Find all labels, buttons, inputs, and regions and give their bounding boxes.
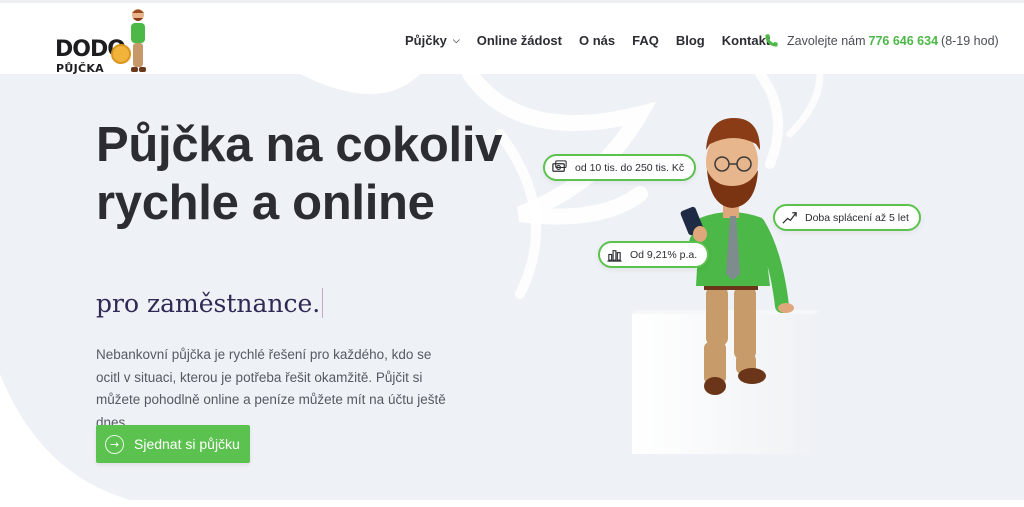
hero-lead: Nebankovní půjčka je rychlé řešení pro k… <box>96 347 446 430</box>
site-logo[interactable]: DODO PŮJČKA <box>55 7 155 77</box>
phone-prefix: Zavolejte nám <box>787 33 866 48</box>
nav-item-blog[interactable]: Blog <box>676 33 705 48</box>
nav-item-label: Blog <box>675 33 705 48</box>
nav-item-o-nas[interactable]: O nás <box>579 33 615 48</box>
nav-item-online-zadost[interactable]: Online žádost <box>477 33 562 48</box>
nav-item-pujcky[interactable]: Půjčky ⌵ <box>405 33 460 48</box>
growth-arrow-icon <box>782 212 797 224</box>
hero-subtitle: pro zaměstnance. <box>96 288 324 318</box>
badge-term-label: Doba splácení až 5 let <box>805 211 909 224</box>
arrow-right-icon: → <box>105 434 124 454</box>
bar-chart-icon <box>607 250 622 262</box>
money-icon <box>552 160 567 172</box>
main-nav: Půjčky ⌵ Online žádost O nás FAQ Blog Ko… <box>405 33 787 48</box>
badge-rate: Od 9,21% p.a. <box>598 241 710 268</box>
cta-button[interactable]: → Sjednat si půjčku <box>96 425 250 463</box>
hero-section: Půjčka na cokoliv rychle a online pro za… <box>0 74 1024 507</box>
nav-item-label: Online žádost <box>476 33 562 48</box>
phone-contact[interactable]: Zavolejte nám 776 646 634 (8-19 hod) <box>764 33 999 48</box>
phone-number[interactable]: 776 646 634 <box>869 34 939 48</box>
typing-caret <box>322 288 324 318</box>
nav-item-label: FAQ <box>632 33 659 48</box>
mascot-icon <box>131 9 146 72</box>
badge-amount-label: od 10 tis. do 250 tis. Kč <box>575 161 685 174</box>
nav-item-label: O nás <box>578 33 616 48</box>
hero-title: Půjčka na cokoliv rychle a online <box>96 118 503 230</box>
hero-subtitle-text: pro zaměstnance. <box>96 289 321 318</box>
nav-item-faq[interactable]: FAQ <box>632 33 659 48</box>
nav-item-label: Půjčky <box>405 33 447 48</box>
mascot-illustration <box>632 118 820 454</box>
site-header: DODO PŮJČKA Půjčky ⌵ Online žádost O nás… <box>0 0 1024 77</box>
chevron-down-icon: ⌵ <box>452 35 460 45</box>
cta-label: Sjednat si půjčku <box>134 436 240 452</box>
nav-item-label: Kontakt <box>721 33 771 48</box>
phone-hours: (8-19 hod) <box>941 33 999 48</box>
badge-term: Doba splácení až 5 let <box>773 204 921 231</box>
hero-bottom-edge <box>0 500 1024 507</box>
phone-icon <box>765 34 778 47</box>
nav-item-kontakt[interactable]: Kontakt <box>722 33 770 48</box>
badge-amount: od 10 tis. do 250 tis. Kč <box>543 154 697 181</box>
badge-rate-label: Od 9,21% p.a. <box>630 248 698 261</box>
